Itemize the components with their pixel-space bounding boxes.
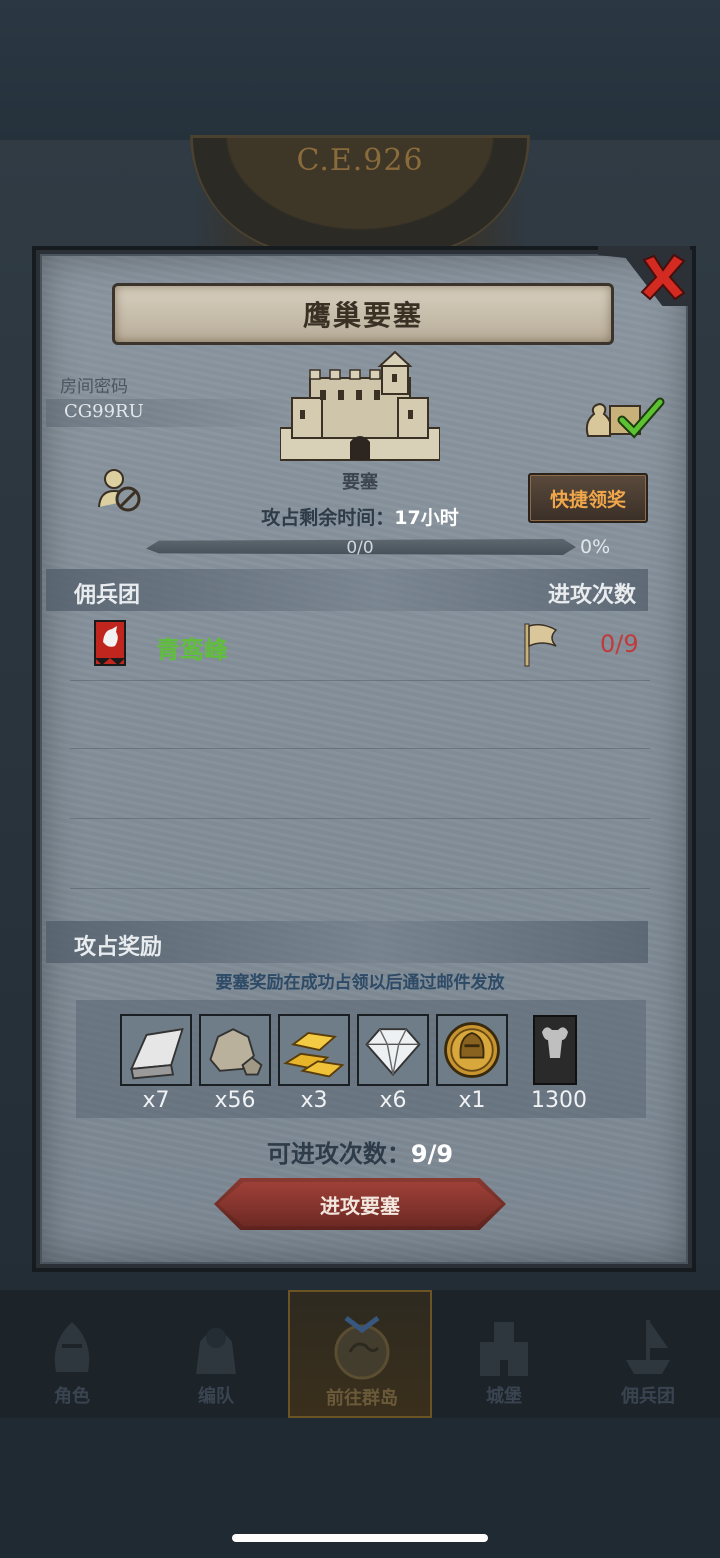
castle-icon xyxy=(480,1322,528,1376)
nav-label: 城堡 xyxy=(486,1386,522,1407)
wolf-banner-icon xyxy=(94,620,126,666)
rewards-section-title: 攻占奖励 xyxy=(74,935,163,960)
iron-ingot-icon xyxy=(129,1028,184,1080)
row-divider xyxy=(70,888,650,889)
row-divider xyxy=(70,748,650,749)
quick-claim-button[interactable]: 快捷领奖 xyxy=(528,473,648,523)
timer-value: 17小时 xyxy=(394,507,459,529)
capture-timer: 攻占剩余时间：17小时 xyxy=(160,503,560,530)
nav-label: 前往群岛 xyxy=(326,1388,398,1409)
armored-knight-icon xyxy=(196,1328,236,1374)
nav-item-castle[interactable]: 城堡 xyxy=(432,1290,576,1418)
attack-fortress-button[interactable]: 进攻要塞 xyxy=(214,1178,506,1230)
reward-item-iron-ingot[interactable] xyxy=(120,1014,192,1086)
progress-text: 0/0 xyxy=(346,538,374,558)
fortress-label: 要塞 xyxy=(342,472,378,493)
reward-item-stone[interactable] xyxy=(199,1014,271,1086)
diamond-icon xyxy=(365,1028,421,1076)
nav-label: 编队 xyxy=(198,1386,234,1407)
reward-qty: x1 xyxy=(458,1088,486,1113)
collected-bags-icon xyxy=(585,397,665,439)
room-password-label: 房间密码 xyxy=(60,377,128,397)
nav-label: 佣兵团 xyxy=(621,1386,675,1407)
progress-percent: 0% xyxy=(580,536,611,558)
room-password-value: CG99RU xyxy=(64,401,144,422)
nav-item-mercenary[interactable]: 佣兵团 xyxy=(576,1290,720,1418)
close-icon xyxy=(640,253,686,301)
status-bar-area xyxy=(0,0,720,140)
modal-title: 鹰巢要塞 xyxy=(302,299,423,332)
bull-banner-icon xyxy=(533,1015,577,1085)
mercenary-section-title: 佣兵团 xyxy=(74,583,141,608)
reward-qty: x56 xyxy=(214,1088,256,1113)
mercenary-attack-count: 0/9 xyxy=(600,630,639,658)
stone-icon xyxy=(209,1028,263,1076)
mercenary-ship-icon xyxy=(626,1320,670,1374)
nav-item-formation[interactable]: 编队 xyxy=(144,1290,288,1418)
row-divider xyxy=(70,680,650,681)
reward-qty: x6 xyxy=(379,1088,407,1113)
close-button[interactable] xyxy=(638,252,688,302)
home-indicator[interactable] xyxy=(232,1534,488,1542)
knight-coin-icon xyxy=(444,1022,500,1078)
title-plate: 鹰巢要塞 xyxy=(112,283,614,345)
fortress-castle-icon xyxy=(280,350,440,461)
reward-note: 要塞奖励在成功占领以后通过邮件发放 xyxy=(215,973,505,993)
compass-globe-icon xyxy=(334,1316,390,1380)
reward-item-knight-coin[interactable] xyxy=(436,1014,508,1086)
nav-label: 角色 xyxy=(54,1386,90,1407)
reward-qty: x7 xyxy=(142,1088,170,1113)
reward-qty: x3 xyxy=(300,1088,328,1113)
available-attempts: 可进攻次数：9/9 xyxy=(160,1134,560,1169)
reward-item-bull-banner[interactable] xyxy=(530,1014,580,1086)
attack-fortress-label: 进攻要塞 xyxy=(320,1193,400,1218)
reward-qty: 1300 xyxy=(531,1088,587,1113)
user-blocked-icon[interactable] xyxy=(96,465,144,513)
flag-icon xyxy=(524,623,558,667)
timer-label: 攻占剩余时间： xyxy=(261,507,395,529)
attempts-label: 可进攻次数： xyxy=(266,1140,411,1168)
knight-helmet-icon xyxy=(54,1322,90,1372)
era-label: C.E.926 xyxy=(296,143,424,178)
attempts-value: 9/9 xyxy=(410,1140,454,1168)
mercenary-name: 青鸾峰 xyxy=(156,636,228,664)
attack-count-header: 进攻次数 xyxy=(548,583,637,608)
nav-item-character[interactable]: 角色 xyxy=(0,1290,144,1418)
reward-item-diamond[interactable] xyxy=(357,1014,429,1086)
reward-item-gold-bars[interactable] xyxy=(278,1014,350,1086)
nav-item-islands[interactable]: 前往群岛 xyxy=(288,1290,432,1418)
row-divider xyxy=(70,818,650,819)
gold-bars-icon xyxy=(283,1032,345,1078)
